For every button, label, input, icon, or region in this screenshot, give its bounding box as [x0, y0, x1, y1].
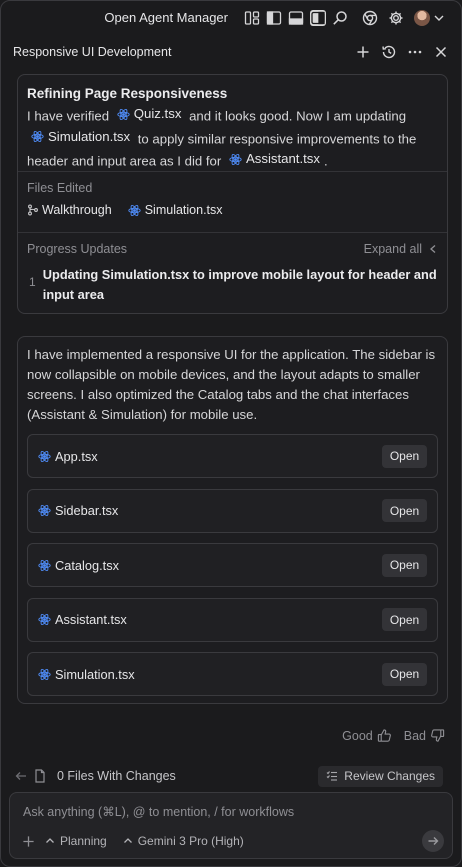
- review-changes-button[interactable]: Review Changes: [318, 765, 443, 787]
- step-number: 1: [29, 275, 36, 289]
- file-card-assistant[interactable]: Assistant.tsx Open: [27, 597, 438, 642]
- walkthrough-label: Walkthrough: [42, 203, 112, 217]
- open-button[interactable]: Open: [382, 608, 427, 631]
- good-feedback-button[interactable]: Good: [342, 728, 392, 743]
- desc-text: .: [324, 153, 328, 169]
- progress-updates-section: Progress Updates Expand all 1 Updating S…: [18, 233, 447, 314]
- file-name: Assistant.tsx: [55, 612, 127, 627]
- react-icon: [38, 614, 51, 625]
- open-agent-manager-link[interactable]: Open Agent Manager: [104, 10, 228, 25]
- desc-text: I have verified: [27, 108, 110, 124]
- task-progress-card: Refining Page Responsiveness I have veri…: [17, 74, 448, 314]
- file-name: Simulation.tsx: [55, 666, 135, 682]
- conversation-header: Responsive UI Development: [1, 37, 461, 67]
- sidebar-left-icon[interactable]: [266, 10, 282, 26]
- branch-icon: [28, 204, 38, 216]
- summary-card: I have implemented a responsive UI for t…: [17, 336, 448, 704]
- step-text: Updating Simulation.tsx to improve mobil…: [42, 267, 437, 302]
- files-edited-section: Files Edited Walkthrough Simulation.tsx: [18, 172, 447, 233]
- react-icon: [38, 450, 51, 462]
- mode-label: Planning: [60, 834, 107, 848]
- top-bar: Open Agent Manager: [1, 1, 461, 34]
- good-label: Good: [342, 728, 373, 743]
- send-button[interactable]: [422, 830, 444, 852]
- layout-grid-icon[interactable]: [244, 10, 260, 26]
- open-button[interactable]: Open: [382, 499, 427, 522]
- file-name: Sidebar.tsx: [55, 503, 119, 518]
- avatar[interactable]: [414, 9, 430, 26]
- react-icon: [31, 131, 44, 142]
- sidebar-right-icon[interactable]: [310, 9, 326, 26]
- chat-input[interactable]: [23, 805, 423, 819]
- file-card-sidebar[interactable]: Sidebar.tsx Open: [27, 488, 438, 533]
- more-icon[interactable]: [407, 44, 423, 60]
- open-button[interactable]: Open: [382, 553, 427, 577]
- plus-icon[interactable]: [355, 44, 371, 60]
- chrome-icon[interactable]: [362, 10, 378, 26]
- expand-all-label: Expand all: [363, 242, 422, 256]
- chevron-left-icon: [430, 245, 436, 253]
- react-icon: [38, 668, 51, 680]
- gear-icon[interactable]: [388, 10, 404, 26]
- model-selector[interactable]: Gemini 3 Pro (High): [123, 834, 244, 848]
- react-icon: [229, 153, 242, 165]
- checklist-icon: [326, 771, 338, 781]
- bad-label: Bad: [403, 728, 426, 743]
- file-card-simulation[interactable]: Simulation.tsx Open: [27, 652, 438, 696]
- chevron-up-icon: [46, 838, 54, 843]
- file-name: App.tsx: [55, 448, 98, 464]
- arrow-right-icon: [428, 837, 439, 845]
- panel-bottom-icon[interactable]: [288, 10, 304, 26]
- history-icon[interactable]: [381, 44, 397, 60]
- conversation-title: Responsive UI Development: [13, 45, 172, 59]
- open-button[interactable]: Open: [382, 662, 427, 686]
- file-chip-quiz[interactable]: Quiz.tsx: [117, 104, 182, 124]
- bad-feedback-button[interactable]: Bad: [404, 728, 445, 743]
- thumbs-down-icon: [431, 729, 445, 742]
- model-label: Gemini 3 Pro (High): [137, 834, 244, 848]
- files-edited-label: Files Edited: [27, 181, 93, 195]
- file-chip-assistant[interactable]: Assistant.tsx: [229, 149, 320, 169]
- close-icon[interactable]: [433, 44, 449, 60]
- files-with-changes-text: 0 Files With Changes: [57, 769, 176, 783]
- walkthrough-link[interactable]: Walkthrough: [27, 203, 112, 217]
- react-icon: [38, 505, 51, 516]
- react-icon: [38, 559, 51, 571]
- changes-row: 0 Files With Changes Review Changes: [15, 765, 443, 787]
- chat-input-box: Planning Gemini 3 Pro (High): [9, 792, 453, 859]
- desc-text: and it looks good. Now I am updating: [189, 108, 407, 124]
- mode-selector[interactable]: Planning: [45, 834, 107, 848]
- search-icon[interactable]: [332, 10, 348, 26]
- progress-step[interactable]: 1 Updating Simulation.tsx to improve mob…: [27, 265, 438, 305]
- plus-icon[interactable]: [22, 835, 35, 848]
- file-chip-label: Assistant.tsx: [245, 151, 320, 166]
- summary-text: I have implemented a responsive UI for t…: [27, 347, 436, 422]
- progress-updates-label: Progress Updates: [27, 242, 128, 256]
- agent-manager-window: Open Agent Manager Responsive UI Develop…: [0, 0, 462, 867]
- open-button[interactable]: Open: [382, 444, 427, 468]
- feedback-row: Good Bad: [330, 728, 445, 743]
- react-icon: [128, 204, 141, 216]
- file-chip-simulation[interactable]: Simulation.tsx: [31, 127, 130, 147]
- file-chip-label: Simulation.tsx: [48, 128, 131, 144]
- review-changes-label: Review Changes: [344, 769, 435, 783]
- file-name: Catalog.tsx: [55, 557, 120, 573]
- task-description: I have verified Quiz.tsx and it looks go…: [27, 104, 438, 172]
- edited-file-label: Simulation.tsx: [144, 203, 223, 217]
- chevron-down-icon[interactable]: [433, 12, 445, 24]
- arrow-left-icon[interactable]: [15, 770, 27, 782]
- file-card-app[interactable]: App.tsx Open: [27, 434, 438, 478]
- edited-file-simulation[interactable]: Simulation.tsx: [128, 203, 223, 217]
- file-icon: [35, 769, 45, 783]
- file-chip-label: Quiz.tsx: [133, 106, 182, 121]
- expand-all-button[interactable]: Expand all: [364, 242, 438, 256]
- react-icon: [117, 108, 130, 120]
- file-card-catalog[interactable]: Catalog.tsx Open: [27, 543, 438, 587]
- thumbs-up-icon: [377, 729, 391, 742]
- task-title: Refining Page Responsiveness: [27, 86, 228, 101]
- task-summary: Refining Page Responsiveness I have veri…: [18, 75, 447, 172]
- chevron-up-icon: [123, 838, 132, 843]
